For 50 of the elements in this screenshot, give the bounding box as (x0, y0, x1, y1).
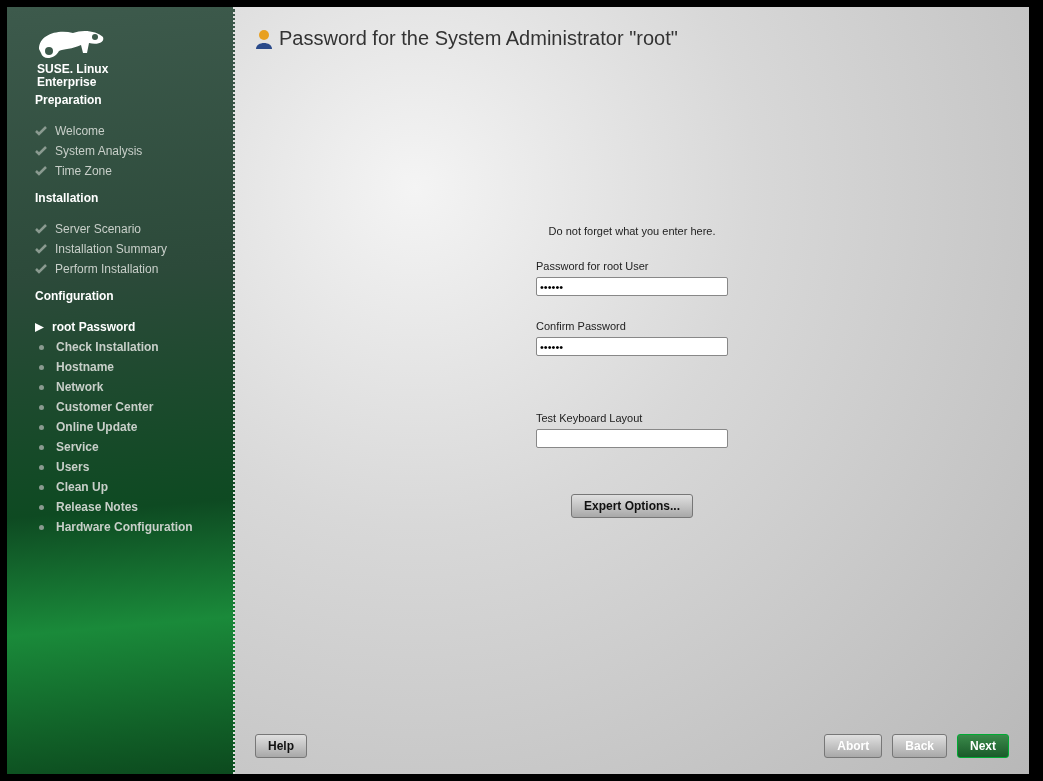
input-field[interactable]: •••••• (536, 337, 728, 356)
step-label: Release Notes (56, 500, 139, 514)
bullet-icon (39, 364, 44, 370)
check-icon (35, 224, 47, 234)
bullet-icon (39, 524, 44, 530)
step-label: Installation Summary (55, 242, 168, 256)
step-label: Welcome (55, 124, 105, 138)
step-label: Online Update (56, 420, 138, 434)
check-icon (35, 146, 47, 156)
footer-button[interactable]: Help (255, 734, 307, 758)
expert-options-button[interactable]: Expert Options... (571, 494, 693, 518)
bullet-icon (39, 344, 44, 350)
check-icon (35, 166, 47, 176)
page-title: Password for the System Administrator "root" (279, 27, 678, 50)
bullet-icon (39, 504, 44, 510)
step-label: Clean Up (56, 480, 108, 494)
section-heading: Installation (35, 191, 100, 205)
field-label: Password for root User (536, 260, 650, 272)
bullet-icon (39, 444, 44, 450)
step-label: root Password (52, 320, 136, 334)
step-label: Customer Center (56, 400, 154, 414)
bullet-icon (39, 404, 44, 410)
field-label: Confirm Password (536, 320, 627, 332)
section-heading: Preparation (35, 93, 103, 107)
input-field[interactable] (536, 429, 728, 448)
step-label: Service (56, 440, 99, 454)
input-field[interactable]: •••••• (536, 277, 728, 296)
step-label: Server Scenario (55, 222, 142, 236)
step-label: Hostname (56, 360, 114, 374)
bullet-icon (39, 484, 44, 490)
field-label: Test Keyboard Layout (536, 412, 644, 424)
brand-name: SUSE. Linux Enterprise (36, 63, 110, 89)
bullet-icon (39, 384, 44, 390)
check-icon (35, 264, 47, 274)
step-label: Time Zone (55, 164, 112, 178)
arrow-icon (35, 322, 44, 332)
hint-text: Do not forget what you enter here. (548, 225, 716, 237)
check-icon (35, 244, 47, 254)
step-label: Check Installation (56, 340, 159, 354)
footer-button[interactable]: Next (957, 734, 1009, 758)
step-label: Network (56, 380, 104, 394)
user-icon (255, 28, 273, 49)
step-label: System Analysis (55, 144, 143, 158)
bullet-icon (39, 424, 44, 430)
step-label: Users (56, 460, 90, 474)
check-icon (35, 126, 47, 136)
step-label: Hardware Configuration (56, 520, 193, 534)
step-label: Perform Installation (55, 262, 159, 276)
section-heading: Configuration (35, 289, 115, 303)
bullet-icon (39, 464, 44, 470)
